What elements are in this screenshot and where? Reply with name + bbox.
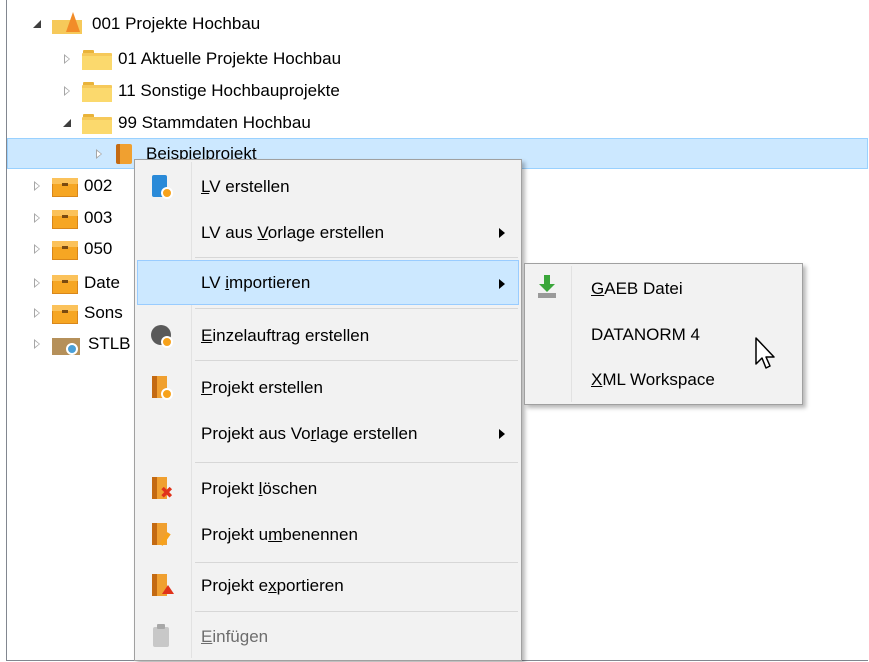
menu-item-label: XML Workspace: [591, 369, 715, 389]
project-export-icon: [149, 573, 175, 599]
collapsed-arrow-icon[interactable]: [32, 277, 44, 289]
collapsed-arrow-icon[interactable]: [32, 212, 44, 224]
box-folder-icon: [52, 302, 78, 324]
project-delete-icon: ✖: [149, 476, 175, 502]
menu-item-label: Projekt umbenennen: [201, 524, 358, 544]
menu-item-projekt-loeschen[interactable]: ✖ Projekt löschen: [137, 466, 519, 511]
tree-node-label: 050: [84, 239, 113, 258]
tree-node-11-sonstige-hochbauprojekte[interactable]: 11 Sonstige Hochbauprojekte: [62, 75, 340, 106]
tree-node-label: 01 Aktuelle Projekte Hochbau: [118, 49, 342, 68]
menu-item-projekt-erstellen[interactable]: Projekt erstellen: [137, 365, 519, 410]
project-icon: [114, 142, 136, 166]
tree-node-01-aktuelle-projekte[interactable]: 01 Aktuelle Projekte Hochbau: [62, 43, 341, 74]
context-menu: LV erstellen LV aus Vorlage erstellen LV…: [134, 159, 522, 661]
box-folder-icon: [52, 272, 78, 294]
import-submenu: GAEB Datei DATANORM 4 XML Workspace: [524, 263, 803, 405]
open-folder-icon: [82, 112, 112, 134]
menu-item-label: Projekt aus Vorlage erstellen: [201, 423, 418, 443]
menu-item-einfuegen[interactable]: Einfügen: [137, 614, 519, 659]
menu-item-label: Einfügen: [201, 626, 269, 646]
tree-node-sons[interactable]: Sons: [32, 297, 123, 328]
project-create-icon: [149, 375, 175, 401]
submenu-item-gaeb-datei[interactable]: GAEB Datei: [527, 266, 800, 311]
menu-separator: [195, 360, 518, 361]
submenu-arrow-icon: [499, 429, 505, 439]
menu-separator: [195, 611, 518, 612]
project-rename-icon: [149, 522, 175, 548]
tree-node-003[interactable]: 003: [32, 202, 112, 233]
tree-node-001-projekte-hochbau[interactable]: 001 Projekte Hochbau: [32, 8, 260, 39]
menu-separator: [195, 308, 518, 309]
menu-item-lv-aus-vorlage[interactable]: LV aus Vorlage erstellen: [137, 210, 519, 255]
expanded-arrow-icon[interactable]: [32, 18, 44, 30]
submenu-arrow-icon: [499, 279, 505, 289]
tree-node-99-stammdaten-hochbau[interactable]: 99 Stammdaten Hochbau: [62, 107, 311, 138]
menu-item-label: Einzelauftrag erstellen: [201, 325, 370, 345]
menu-item-label: LV aus Vorlage erstellen: [201, 222, 385, 242]
tree-node-050[interactable]: 050: [32, 233, 112, 264]
expanded-arrow-icon[interactable]: [62, 117, 74, 129]
menu-item-projekt-umbenennen[interactable]: Projekt umbenennen: [137, 512, 519, 557]
collapsed-arrow-icon[interactable]: [62, 53, 74, 65]
menu-item-label: Projekt erstellen: [201, 377, 323, 397]
menu-item-projekt-aus-vorlage[interactable]: Projekt aus Vorlage erstellen: [137, 411, 519, 456]
tree-node-label: 11 Sonstige Hochbauprojekte: [118, 81, 340, 100]
paste-clipboard-icon: [149, 624, 175, 650]
collapsed-arrow-icon[interactable]: [32, 243, 44, 255]
menu-item-label: LV importieren: [201, 272, 311, 292]
submenu-arrow-icon: [499, 228, 505, 238]
menu-item-label: Projekt löschen: [201, 478, 318, 498]
tree-node-label: 003: [84, 208, 113, 227]
collapsed-arrow-icon[interactable]: [32, 180, 44, 192]
box-folder-icon: [52, 238, 78, 260]
menu-item-einzelauftrag-erstellen[interactable]: Einzelauftrag erstellen: [137, 313, 519, 358]
collapsed-arrow-icon[interactable]: [32, 307, 44, 319]
menu-item-label: LV erstellen: [201, 176, 290, 196]
menu-item-label: DATANORM 4: [591, 324, 700, 344]
mouse-pointer-icon: [755, 337, 775, 369]
menu-separator: [195, 257, 518, 258]
box-folder-icon: [52, 207, 78, 229]
folder-icon: [82, 48, 112, 70]
collapsed-arrow-icon[interactable]: [62, 85, 74, 97]
menu-separator: [195, 462, 518, 463]
tree-node-002[interactable]: 002: [32, 170, 112, 201]
tree-node-label: 99 Stammdaten Hochbau: [118, 113, 311, 132]
globe-folder-icon: [52, 333, 82, 355]
construction-folder-icon: [52, 11, 86, 36]
menu-item-label: Projekt exportieren: [201, 575, 344, 595]
tree-node-stlb[interactable]: STLB: [32, 328, 131, 359]
tree-node-label: STLB: [88, 334, 131, 353]
menu-item-lv-importieren[interactable]: LV importieren: [137, 260, 519, 305]
menu-item-label: GAEB Datei: [591, 278, 683, 298]
menu-item-lv-erstellen[interactable]: LV erstellen: [137, 164, 519, 209]
tree-node-date[interactable]: Date: [32, 267, 120, 298]
collapsed-arrow-icon[interactable]: [94, 148, 106, 160]
box-folder-icon: [52, 175, 78, 197]
lv-create-icon: [149, 174, 175, 200]
download-import-icon: [534, 274, 560, 300]
tree-node-label: Date: [84, 273, 120, 292]
order-sphere-icon: [149, 323, 175, 349]
menu-item-projekt-exportieren[interactable]: Projekt exportieren: [137, 563, 519, 608]
folder-icon: [82, 80, 112, 102]
collapsed-arrow-icon[interactable]: [32, 338, 44, 350]
tree-node-label: 001 Projekte Hochbau: [92, 14, 261, 33]
tree-node-label: 002: [84, 176, 113, 195]
tree-node-label: Sons: [84, 303, 123, 322]
